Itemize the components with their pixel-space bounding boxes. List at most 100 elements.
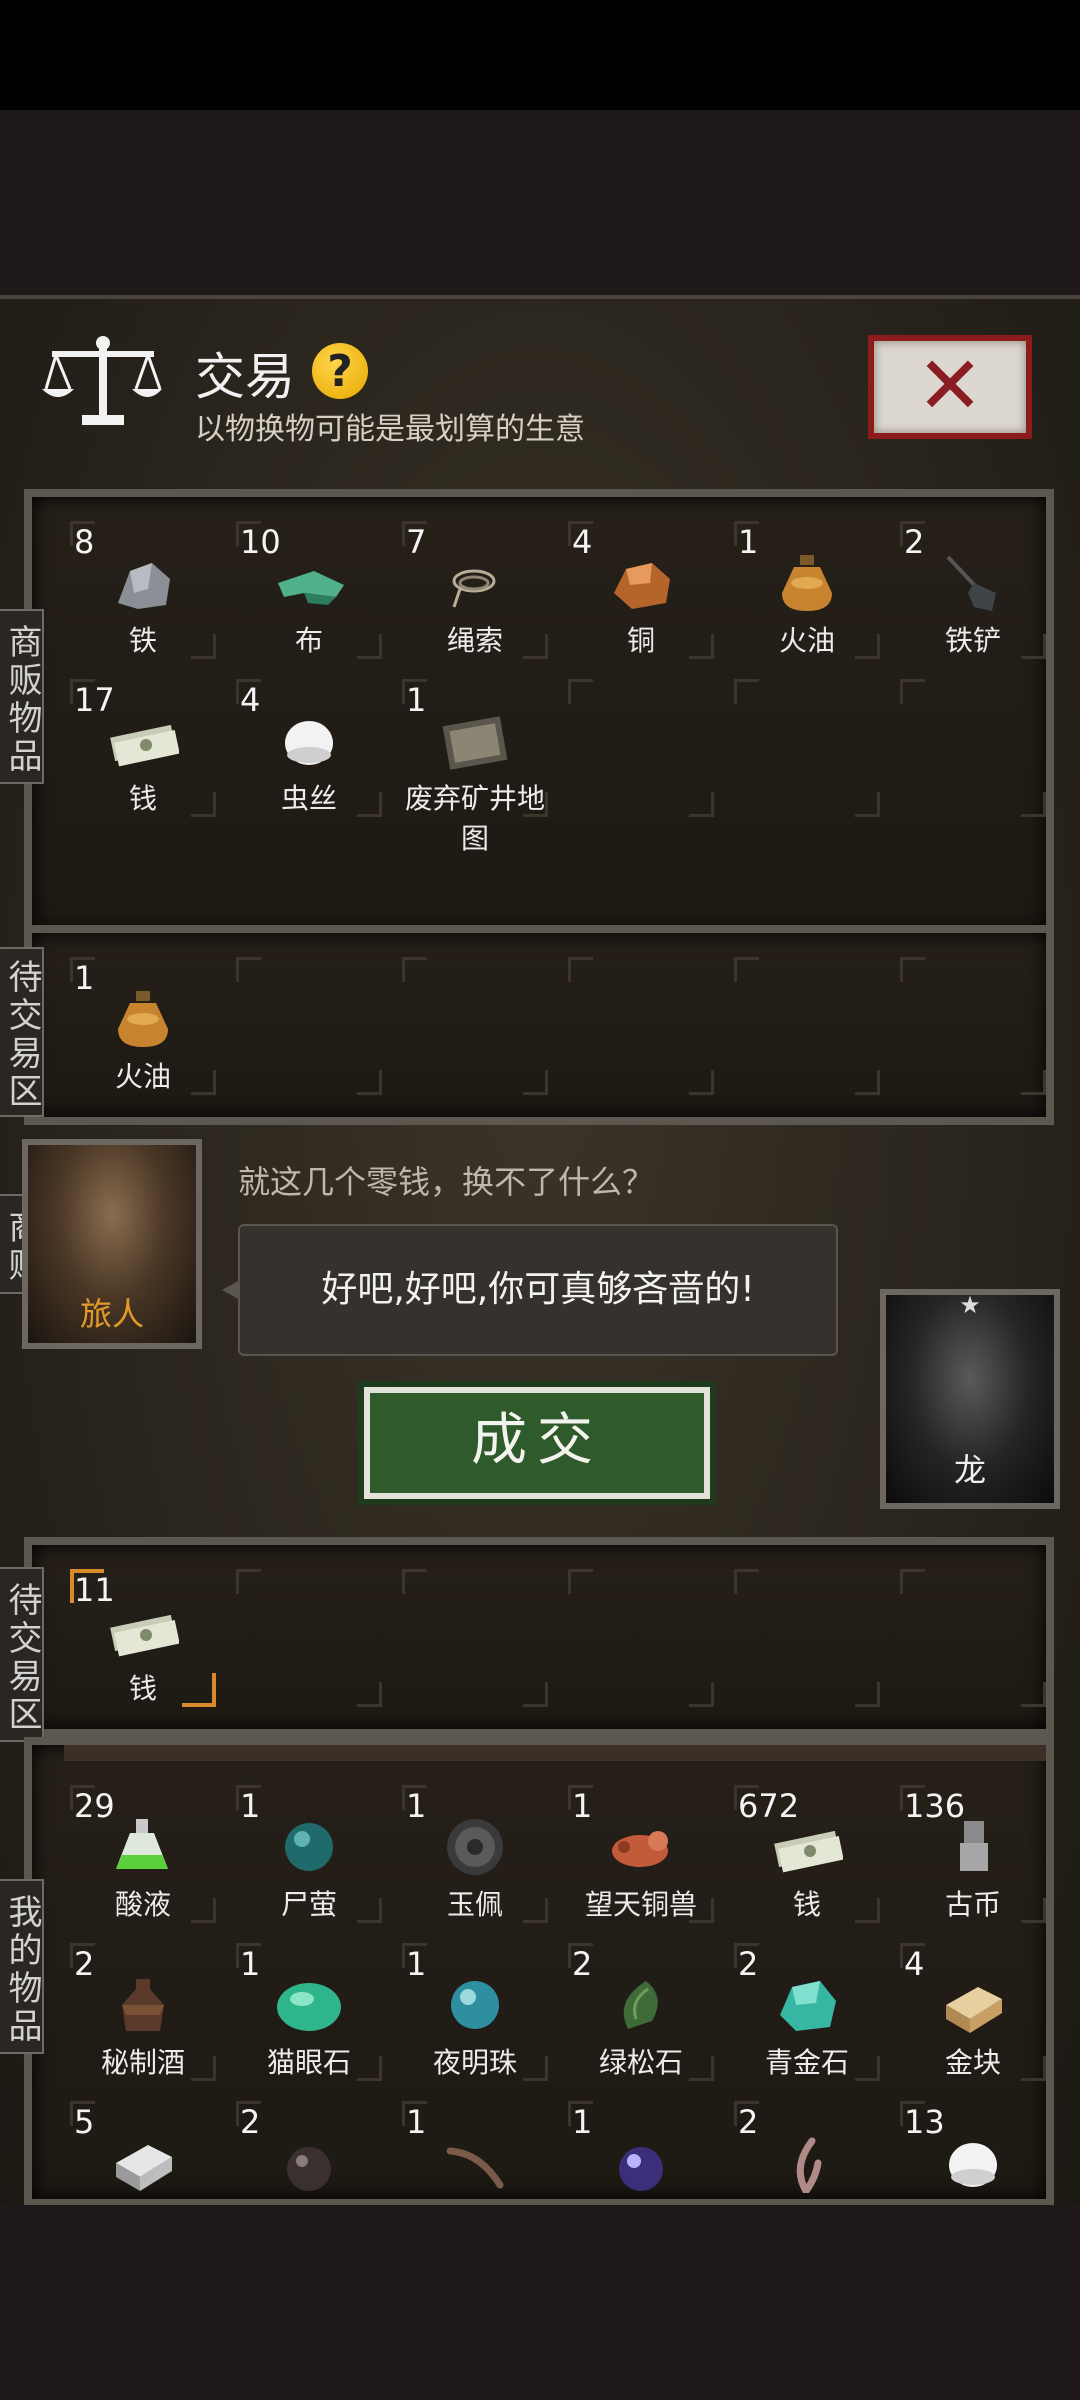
item-quantity: 2 bbox=[738, 1945, 759, 1983]
item-name: 钱 bbox=[792, 1888, 821, 1921]
item-name: 废弃矿井地图 bbox=[404, 782, 545, 855]
item-name: 望天铜兽 bbox=[584, 1888, 697, 1921]
item-quantity: 5 bbox=[74, 2103, 95, 2141]
close-button[interactable]: ✕ bbox=[868, 335, 1032, 439]
item-name: 绳索 bbox=[446, 624, 503, 657]
my-goods-grid: 29 酸液 1 尸萤 1 玉佩 1 望天铜兽 672 钱 136 古币 2 秘制酒 1 猫眼石 1 夜明珠 2 绿松石… bbox=[60, 1775, 1046, 2199]
item-slot[interactable]: 2 绿松石 bbox=[558, 1933, 724, 2091]
item-slot[interactable]: 1 望天铜兽 bbox=[558, 1775, 724, 1933]
item-slot bbox=[558, 947, 724, 1105]
deal-button[interactable]: 成交 bbox=[358, 1381, 716, 1505]
money-icon bbox=[110, 1614, 179, 1657]
item-slot[interactable]: 17 钱 bbox=[60, 669, 226, 827]
item-quantity: 2 bbox=[904, 523, 925, 561]
item-slot[interactable]: 136 古币 bbox=[890, 1775, 1046, 1933]
player-portrait: ★ 龙 bbox=[880, 1289, 1060, 1509]
item-slot[interactable]: 11 钱 bbox=[60, 1559, 226, 1717]
item-slot[interactable]: 672 钱 bbox=[724, 1775, 890, 1933]
scales-icon bbox=[42, 336, 162, 425]
item-slot bbox=[558, 1559, 724, 1717]
merchant-name: 旅人 bbox=[79, 1295, 144, 1333]
help-icon[interactable]: ? bbox=[312, 343, 368, 399]
item-quantity: 1 bbox=[74, 959, 95, 997]
star-icon: ★ bbox=[959, 1291, 981, 1319]
cloth-icon bbox=[278, 571, 344, 605]
item-quantity: 1 bbox=[572, 2103, 593, 2141]
item-slot[interactable]: 1 火油 bbox=[60, 947, 226, 1105]
wine-jar-icon bbox=[122, 1979, 164, 2031]
shovel-icon bbox=[946, 555, 996, 611]
item-slot[interactable]: 1 火油 bbox=[724, 511, 890, 669]
item-quantity: 4 bbox=[904, 1945, 925, 1983]
item-name: 布 bbox=[294, 624, 323, 657]
item-slot[interactable]: 7 绳索 bbox=[392, 511, 558, 669]
merchant-dialog-line: 就这几个零钱，换不了什么？ bbox=[238, 1163, 655, 1201]
item-slot[interactable]: 2 bbox=[226, 2091, 392, 2199]
item-slot bbox=[890, 947, 1056, 1105]
item-slot bbox=[724, 947, 890, 1105]
item-slot[interactable]: 29 酸液 bbox=[60, 1775, 226, 1933]
player-trade-label: 待交易区 bbox=[0, 1567, 44, 1742]
item-name: 钱 bbox=[128, 782, 157, 815]
item-slot[interactable]: 8铁 bbox=[60, 511, 226, 669]
item-name: 绿松石 bbox=[598, 2046, 683, 2079]
item-slot[interactable]: 13 bbox=[890, 2091, 1046, 2199]
my-goods-box[interactable]: 29 酸液 1 尸萤 1 玉佩 1 望天铜兽 672 钱 136 古币 2 秘制酒 1 猫眼石 1 夜明珠 2 绿松石… bbox=[24, 1737, 1054, 2207]
item-quantity: 2 bbox=[74, 1945, 95, 1983]
merchant-portrait: 旅人 bbox=[22, 1139, 202, 1349]
merchant-goods-box: 8 铁 10 布 7 绳索 4 铜 1 火油 2 铁铲 17 钱 4 虫丝 1 废弃矿井地图 bbox=[24, 489, 1054, 939]
item-slot[interactable]: 2 秘制酒 bbox=[60, 1933, 226, 2091]
dark-orb-icon bbox=[287, 2147, 331, 2191]
silk-icon bbox=[285, 721, 333, 765]
item-quantity: 1 bbox=[738, 523, 759, 561]
silver-bar-icon bbox=[116, 2145, 172, 2191]
ancient-coin-icon bbox=[960, 1821, 988, 1871]
copper-ore-icon bbox=[614, 563, 670, 609]
item-quantity: 1 bbox=[406, 681, 427, 719]
merchant-trade-label: 待交易区 bbox=[0, 947, 44, 1117]
top-backdrop bbox=[0, 110, 1080, 295]
status-bar bbox=[0, 0, 1080, 110]
item-slot[interactable]: 10 布 bbox=[226, 511, 392, 669]
kerosene-icon bbox=[118, 991, 168, 1047]
item-name: 火油 bbox=[114, 1060, 171, 1093]
bronze-beast-icon bbox=[612, 1831, 668, 1867]
player-reply-option[interactable]: 好吧,好吧,你可真够吝啬的! bbox=[222, 1224, 838, 1356]
item-quantity: 1 bbox=[240, 1945, 261, 1983]
item-slot[interactable]: 4铜 bbox=[558, 511, 724, 669]
item-quantity: 1 bbox=[406, 2103, 427, 2141]
item-slot[interactable]: 1 猫眼石 bbox=[226, 1933, 392, 2091]
turquoise-icon bbox=[623, 1981, 658, 2029]
acid-flask-icon bbox=[116, 1819, 168, 1869]
item-slot[interactable]: 2 青金石 bbox=[724, 1933, 890, 2091]
item-slot[interactable]: 1 bbox=[392, 2091, 558, 2199]
item-name: 玉佩 bbox=[446, 1888, 503, 1921]
item-slot[interactable]: 4 虫丝 bbox=[226, 669, 392, 827]
page-subtitle: 以物换物可能是最划算的生意 bbox=[195, 412, 585, 447]
item-name: 虫丝 bbox=[280, 782, 337, 815]
claw-icon bbox=[446, 2147, 504, 2189]
item-name: 尸萤 bbox=[280, 1888, 337, 1921]
item-slot[interactable]: 1 尸萤 bbox=[226, 1775, 392, 1933]
item-quantity: 2 bbox=[240, 2103, 261, 2141]
item-slot[interactable]: 1 玉佩 bbox=[392, 1775, 558, 1933]
item-slot[interactable]: 2 bbox=[724, 2091, 890, 2199]
item-slot bbox=[558, 669, 724, 827]
item-slot[interactable]: 5 bbox=[60, 2091, 226, 2199]
iron-ore-icon bbox=[118, 563, 170, 609]
item-quantity: 1 bbox=[240, 1787, 261, 1825]
rope-icon bbox=[452, 569, 496, 608]
item-quantity: 1 bbox=[406, 1945, 427, 1983]
item-quantity: 1 bbox=[406, 1787, 427, 1825]
item-slot[interactable]: 1 bbox=[558, 2091, 724, 2199]
item-slot[interactable]: 1 废弃矿井地图 bbox=[392, 669, 558, 855]
trade-panel: 交易 ? 以物换物可能是最划算的生意 ✕ 8 铁 10 布 7 绳索 4 铜 1 火油 2 铁铲 17 钱… bbox=[0, 295, 1080, 2209]
lapis-icon bbox=[780, 1981, 836, 2031]
item-slot[interactable]: 2 铁铲 bbox=[890, 511, 1056, 669]
close-icon: ✕ bbox=[916, 339, 984, 432]
item-name: 铁 bbox=[128, 624, 157, 657]
item-slot[interactable]: 1 夜明珠 bbox=[392, 1933, 558, 2091]
player-trade-box: 11 钱 bbox=[24, 1537, 1054, 1737]
item-quantity: 4 bbox=[240, 681, 261, 719]
item-slot[interactable]: 4 金块 bbox=[890, 1933, 1046, 2091]
